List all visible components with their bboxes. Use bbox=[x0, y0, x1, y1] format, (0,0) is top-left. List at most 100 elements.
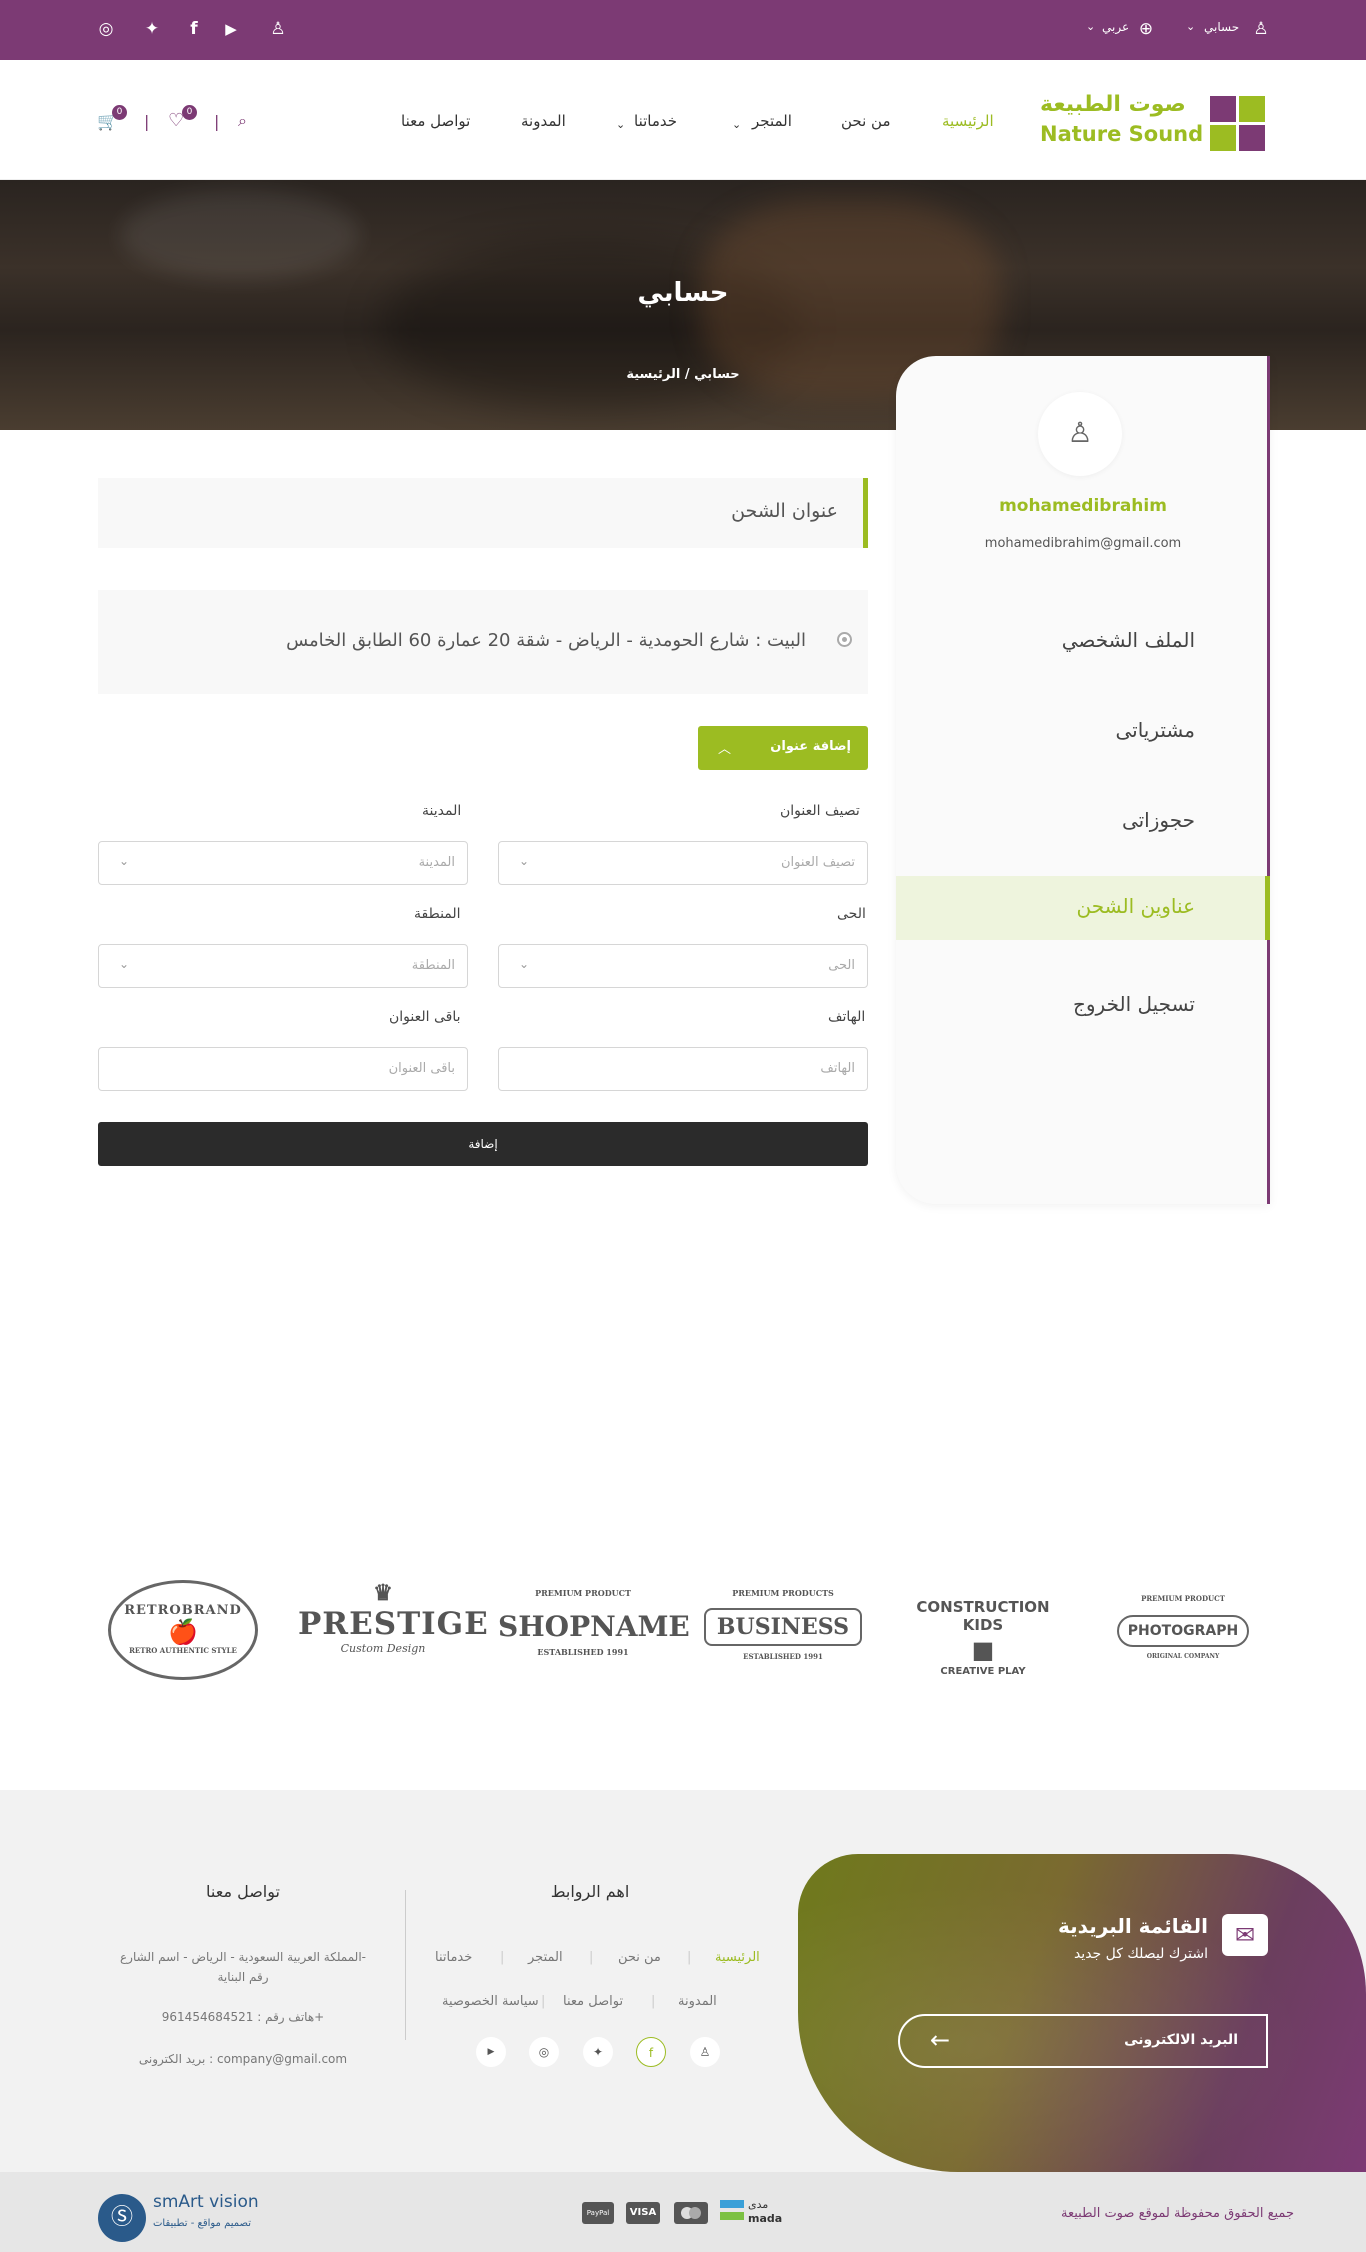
copyright-text: جميع الحقوق محفوظة لموقع صوت الطبيعة bbox=[1060, 2206, 1294, 2221]
region-placeholder: المنطقة bbox=[411, 958, 455, 973]
breadcrumb-separator: / bbox=[684, 367, 690, 382]
footer-link-store[interactable]: المتجر bbox=[528, 1950, 563, 1965]
divider: | bbox=[541, 1994, 546, 2009]
address-class-label: تصيف العنوان bbox=[780, 803, 860, 819]
add-address-button[interactable]: إضافة عنوان ︿ bbox=[698, 726, 868, 770]
saved-address-card[interactable]: البيت : شارع الحومدية - الرياض - شقة 20 … bbox=[98, 590, 868, 694]
store-chevron-down-icon[interactable]: ⌄ bbox=[732, 118, 741, 131]
submit-add-button[interactable]: إضافة bbox=[98, 1122, 868, 1166]
credit-brand[interactable]: smArt vision bbox=[153, 2192, 259, 2212]
account-chevron-icon[interactable]: ⌄ bbox=[1186, 20, 1195, 33]
sidebar-item-profile[interactable]: الملف الشخصي bbox=[1062, 628, 1195, 652]
instagram-icon[interactable]: ◎ bbox=[95, 19, 117, 39]
brand-logo-retrobrand: RETROBRAND 🍎 RETRO AUTHENTIC STYLE bbox=[98, 1580, 268, 1690]
nav-contact[interactable]: تواصل معنا bbox=[401, 112, 470, 130]
address-class-placeholder: تصيف العنوان bbox=[780, 855, 855, 870]
sidebar-email: mohamedibrahim@gmail.com bbox=[984, 536, 1182, 551]
cart-count-badge: 0 bbox=[112, 105, 127, 120]
credit-subtitle: تصميم مواقع - تطبيقات bbox=[153, 2218, 251, 2229]
language-label[interactable]: عربي bbox=[1102, 20, 1129, 34]
sidebar-item-shipping-addresses[interactable]: عناوين الشحن bbox=[1077, 894, 1196, 918]
footer-address-line2: رقم البناية bbox=[217, 1970, 269, 1984]
city-select[interactable]: المدينة ⌄ bbox=[98, 841, 468, 885]
globe-icon[interactable]: ⊕ bbox=[1135, 19, 1157, 39]
youtube-icon[interactable]: ▶ bbox=[220, 19, 242, 39]
breadcrumb-home[interactable]: الرئيسية bbox=[626, 367, 680, 382]
submit-label: إضافة bbox=[468, 1137, 498, 1151]
language-chevron-icon[interactable]: ⌄ bbox=[1086, 20, 1095, 33]
newsletter-box: ✉ القائمة البريدية اشترك ليصلك كل جديد ا… bbox=[798, 1854, 1366, 2172]
logo-emblem bbox=[1210, 96, 1266, 152]
brand-logo-photograph: PREMIUM PRODUCT PHOTOGRAPH ORIGINAL COMP… bbox=[1098, 1580, 1268, 1690]
visa-icon: VISA bbox=[626, 2202, 660, 2224]
footer-address-line1: المملكة العربية السعودية - الرياض - اسم … bbox=[120, 1950, 366, 1964]
district-label: الحى bbox=[837, 906, 866, 922]
mail-envelope-icon: ✉ bbox=[1222, 1914, 1268, 1956]
footer-email[interactable]: بريد الكترونى : company@gmail.com bbox=[98, 2052, 388, 2066]
twitter-icon[interactable]: ✦ bbox=[583, 2037, 613, 2067]
footer-links-title: اهم الروابط bbox=[550, 1882, 630, 1901]
mada-icon: مدى mada bbox=[720, 2198, 784, 2228]
footer-link-about[interactable]: من نحن bbox=[618, 1950, 661, 1965]
rest-address-field[interactable]: باقى العنوان bbox=[98, 1047, 468, 1091]
facebook-icon[interactable]: f bbox=[636, 2037, 666, 2067]
phone-field[interactable]: الهاتف bbox=[498, 1047, 868, 1091]
services-chevron-down-icon[interactable]: ⌄ bbox=[616, 118, 625, 131]
address-radio[interactable] bbox=[837, 632, 852, 647]
twitter-icon[interactable]: ✦ bbox=[141, 19, 163, 39]
footer-link-home[interactable]: الرئيسية bbox=[715, 1950, 760, 1965]
wishlist-count-badge: 0 bbox=[182, 105, 197, 120]
divider: | bbox=[500, 1950, 505, 1965]
newsletter-email-field[interactable]: البريد الالكترونى ← bbox=[898, 2014, 1268, 2068]
nav-home[interactable]: الرئيسية bbox=[942, 112, 994, 130]
footer-link-services[interactable]: خدماتنا bbox=[435, 1950, 472, 1965]
rest-address-placeholder: باقى العنوان bbox=[388, 1061, 455, 1076]
chevron-down-icon: ⌄ bbox=[119, 957, 130, 971]
divider: | bbox=[687, 1950, 692, 1965]
district-placeholder: الحى bbox=[828, 958, 855, 973]
snapchat-icon[interactable]: ♙ bbox=[267, 19, 289, 39]
nav-services[interactable]: خدماتنا bbox=[634, 112, 677, 130]
sidebar-username: mohamedibrahim bbox=[999, 496, 1167, 516]
instagram-icon[interactable]: ◎ bbox=[529, 2037, 559, 2067]
user-avatar-icon: ♙ bbox=[1067, 416, 1093, 449]
region-select[interactable]: المنطقة ⌄ bbox=[98, 944, 468, 988]
divider: | bbox=[214, 112, 220, 131]
footer-link-privacy[interactable]: سياسة الخصوصية bbox=[442, 1994, 539, 2009]
footer-phone: هاتف رقم : 961454684521+ bbox=[161, 2010, 325, 2024]
saved-address-text: البيت : شارع الحومدية - الرياض - شقة 20 … bbox=[286, 630, 806, 651]
logo-arabic-text: صوت الطبيعة bbox=[1040, 92, 1186, 117]
account-sidebar: ♙ mohamedibrahim mohamedibrahim@gmail.co… bbox=[896, 356, 1270, 1204]
divider: | bbox=[144, 112, 150, 131]
divider: | bbox=[589, 1950, 594, 1965]
sidebar-item-bookings[interactable]: حجوزاتى bbox=[1122, 808, 1195, 832]
rest-address-label: باقى العنوان bbox=[389, 1009, 461, 1025]
section-title: عنوان الشحن bbox=[731, 500, 838, 522]
section-header: عنوان الشحن bbox=[98, 478, 868, 548]
paypal-icon: PayPal bbox=[582, 2202, 614, 2224]
district-select[interactable]: الحى ⌄ bbox=[498, 944, 868, 988]
nav-store[interactable]: المتجر bbox=[752, 112, 792, 130]
snapchat-icon[interactable]: ♙ bbox=[690, 2037, 720, 2067]
main-header: 🛒 0 | ♡ 0 | ⌕ تواصل معنا المدونة خدماتنا… bbox=[0, 60, 1366, 180]
account-label[interactable]: حسابي bbox=[1204, 20, 1239, 34]
footer-divider bbox=[405, 1890, 406, 2040]
breadcrumb-current: حسابي bbox=[694, 367, 740, 382]
sidebar-item-purchases[interactable]: مشترياتى bbox=[1115, 718, 1195, 742]
youtube-icon[interactable]: ▶ bbox=[476, 2037, 506, 2067]
arrow-left-icon[interactable]: ← bbox=[930, 2026, 950, 2054]
footer-link-blog[interactable]: المدونة bbox=[678, 1994, 717, 2009]
nav-blog[interactable]: المدونة bbox=[521, 112, 566, 130]
avatar: ♙ bbox=[1038, 392, 1122, 476]
page-title: حسابي bbox=[637, 278, 729, 308]
address-class-select[interactable]: تصيف العنوان ⌄ bbox=[498, 841, 868, 885]
user-icon[interactable]: ♙ bbox=[1250, 19, 1272, 39]
sidebar-item-logout[interactable]: تسجيل الخروج bbox=[1073, 992, 1195, 1016]
city-placeholder: المدينة bbox=[418, 855, 455, 870]
facebook-icon[interactable]: f bbox=[183, 19, 205, 39]
smart-vision-logo-icon[interactable]: Ⓢ bbox=[98, 2194, 146, 2242]
nav-about[interactable]: من نحن bbox=[841, 112, 891, 130]
search-icon[interactable]: ⌕ bbox=[238, 111, 247, 131]
footer-link-contact[interactable]: تواصل معنا bbox=[563, 1994, 623, 2009]
site-logo[interactable]: صوت الطبيعة Nature Sound bbox=[1040, 92, 1270, 152]
